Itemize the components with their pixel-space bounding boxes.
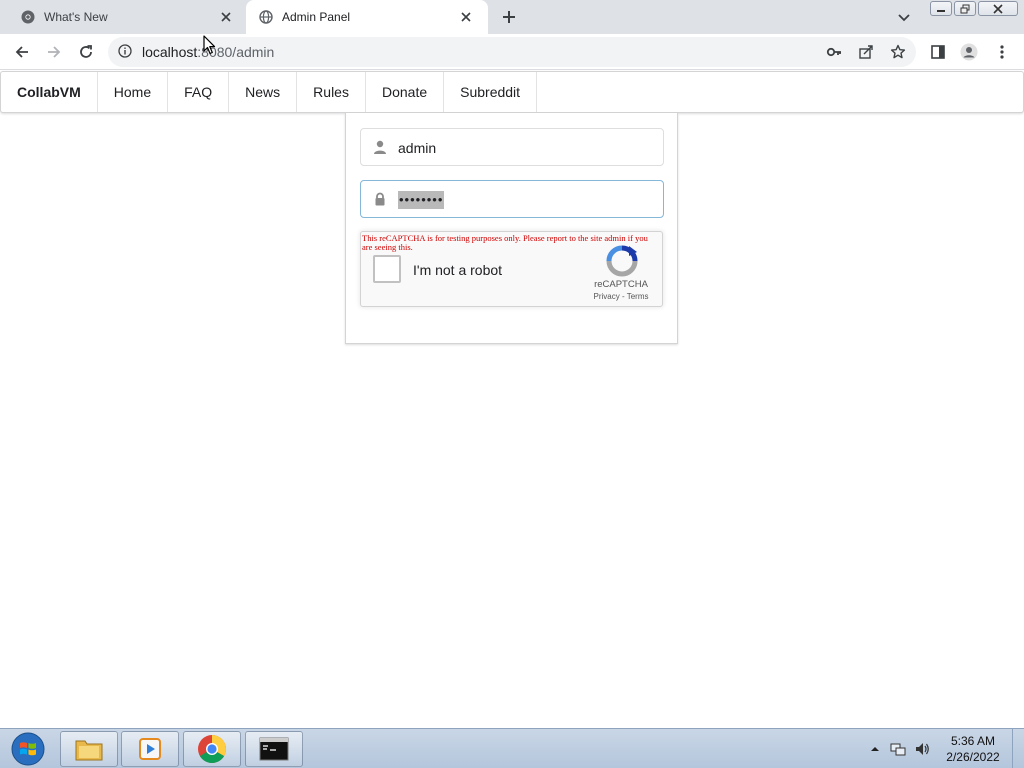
side-panel-icon[interactable] [929, 43, 947, 61]
nav-item-faq[interactable]: FAQ [168, 72, 230, 112]
bookmark-star-icon[interactable] [889, 43, 907, 61]
media-player-icon [139, 738, 161, 760]
taskbar-media-player-button[interactable] [121, 731, 179, 767]
clock-time: 5:36 AM [950, 734, 996, 748]
network-icon[interactable] [890, 741, 906, 757]
mouse-cursor-icon [203, 35, 217, 55]
restore-icon [960, 4, 970, 13]
windows-logo-icon [11, 732, 45, 766]
window-controls [928, 1, 1018, 17]
share-icon[interactable] [857, 43, 875, 61]
restore-button[interactable] [954, 1, 976, 16]
plus-icon [503, 11, 515, 23]
tab-admin-panel[interactable]: Admin Panel [246, 0, 488, 34]
tab-search-button[interactable] [896, 9, 912, 25]
profile-avatar-icon[interactable] [960, 43, 978, 61]
nav-brand-collabvm[interactable]: CollabVM [1, 72, 98, 112]
browser-toolbar: localhost:8080/admin [0, 34, 1024, 70]
recaptcha-checkbox[interactable] [373, 255, 401, 283]
nav-item-subreddit[interactable]: Subreddit [444, 72, 538, 112]
arrow-right-icon [48, 46, 61, 58]
clock-date: 2/26/2022 [946, 750, 1000, 764]
chrome-icon [198, 735, 226, 763]
user-icon [373, 140, 387, 154]
password-field[interactable]: •••••••• [360, 180, 664, 218]
tab-title: What's New [44, 10, 108, 24]
username-field[interactable]: admin [360, 128, 664, 166]
more-menu-icon[interactable] [993, 43, 1011, 61]
windows-taskbar: 5:36 AM 2/26/2022 [0, 728, 1024, 768]
folder-icon [75, 740, 103, 761]
show-hidden-icons-icon[interactable] [867, 741, 883, 757]
volume-icon[interactable] [914, 741, 930, 757]
recaptcha-links[interactable]: Privacy - Terms [583, 292, 659, 301]
info-icon[interactable] [118, 44, 134, 60]
taskbar-chrome-button[interactable] [183, 731, 241, 767]
minimize-button[interactable] [930, 1, 952, 16]
chrome-icon [20, 9, 36, 25]
password-value: •••••••• [398, 191, 445, 209]
recaptcha-logo-icon [605, 244, 639, 278]
tab-whats-new[interactable]: What's New [0, 0, 248, 34]
command-prompt-icon [259, 737, 289, 761]
url-host: localhost [142, 44, 198, 60]
close-tab-icon[interactable] [218, 9, 234, 25]
taskbar-clock[interactable]: 5:36 AM 2/26/2022 [938, 733, 1008, 765]
close-tab-icon[interactable] [458, 9, 474, 25]
recaptcha-brand: reCAPTCHA [594, 279, 648, 290]
address-bar[interactable]: localhost:8080/admin [108, 37, 916, 67]
taskbar-cmd-button[interactable] [245, 731, 303, 767]
tab-title: Admin Panel [282, 10, 351, 24]
browser-tab-strip: What's New Admin Panel [0, 0, 1024, 34]
forward-button[interactable] [44, 42, 64, 62]
nav-item-news[interactable]: News [229, 72, 298, 112]
nav-item-donate[interactable]: Donate [366, 72, 445, 112]
chevron-down-icon [898, 14, 910, 22]
back-button[interactable] [12, 42, 32, 62]
arrow-left-icon [15, 46, 28, 58]
show-desktop-button[interactable] [1012, 729, 1024, 768]
minimize-icon [937, 9, 945, 12]
close-window-button[interactable] [978, 1, 1018, 16]
nav-item-home[interactable]: Home [98, 72, 169, 112]
recaptcha-widget: This reCAPTCHA is for testing purposes o… [360, 231, 663, 307]
nav-item-rules[interactable]: Rules [297, 72, 366, 112]
lock-icon [373, 192, 387, 206]
reload-button[interactable] [76, 42, 96, 62]
globe-icon [258, 9, 274, 25]
start-button[interactable] [6, 731, 50, 767]
new-tab-button[interactable] [498, 6, 520, 28]
recaptcha-label: I'm not a robot [413, 262, 503, 278]
reload-icon [80, 45, 92, 58]
taskbar-explorer-button[interactable] [60, 731, 118, 767]
password-key-icon[interactable] [825, 43, 843, 61]
close-icon [993, 3, 1003, 14]
admin-login-form: admin •••••••• This reCAPTCHA is for tes… [345, 113, 678, 344]
username-value: admin [398, 140, 437, 156]
site-nav-menu: CollabVM Home FAQ News Rules Donate Subr… [0, 71, 1024, 113]
